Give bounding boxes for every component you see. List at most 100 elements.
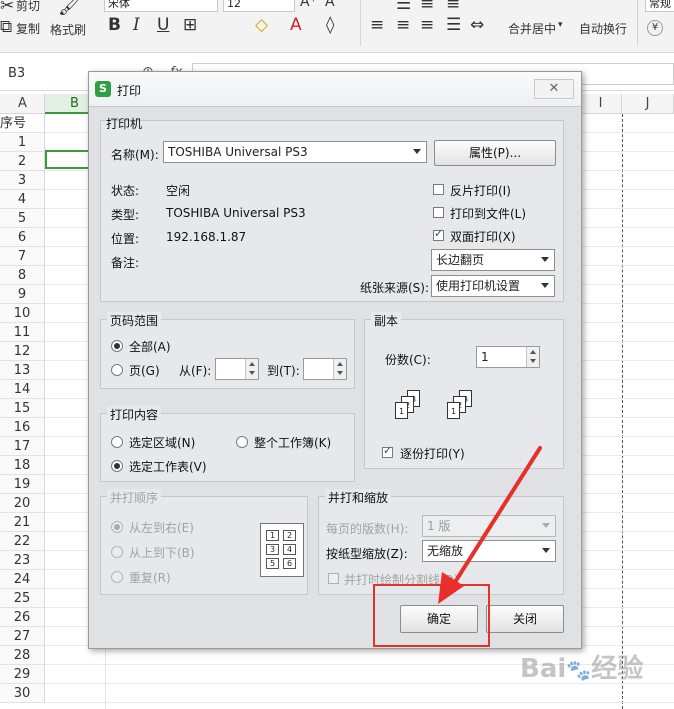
row-header[interactable]: 2 [0, 152, 45, 171]
column-header-j[interactable]: J [622, 94, 674, 114]
font-name-select[interactable]: 宋体 [104, 0, 218, 12]
ribbon-toolbar: ✂ 剪切 ⧉ 复制 🖌 格式刷 宋体 12 A⁺ A⁻ B I U ⊞ ◇ A … [0, 0, 674, 53]
row-header[interactable]: 24 [0, 570, 45, 589]
merge-center-button[interactable]: 合并居中 [508, 20, 556, 37]
stepper-down-icon[interactable] [526, 357, 539, 367]
font-color-icon[interactable]: A [290, 15, 302, 35]
column-header-a[interactable]: A [0, 94, 45, 114]
draw-borders-checkbox[interactable] [328, 573, 339, 584]
close-icon[interactable]: ✕ [534, 79, 574, 99]
location-label: 位置: [111, 232, 140, 246]
row-header[interactable]: 18 [0, 456, 45, 475]
row-header[interactable]: 27 [0, 627, 45, 646]
row-header[interactable]: 21 [0, 513, 45, 532]
row-header[interactable]: 9 [0, 285, 45, 304]
align-center-icon[interactable]: ≡ [396, 15, 410, 35]
printer-name-select[interactable]: TOSHIBA Universal PS3 [163, 141, 427, 163]
row-header[interactable]: 23 [0, 551, 45, 570]
row-header[interactable]: 15 [0, 399, 45, 418]
bold-icon[interactable]: B [108, 15, 121, 35]
fill-color-icon[interactable]: ◇ [255, 15, 268, 35]
name-box[interactable]: B3 [8, 66, 25, 81]
wrap-text-button[interactable]: 自动换行 [579, 20, 627, 37]
content-active-sheet-radio[interactable] [111, 460, 123, 472]
row-header[interactable]: 3 [0, 171, 45, 190]
range-all-label: 全部(A) [129, 340, 171, 354]
row-header[interactable]: 28 [0, 646, 45, 665]
distributed-icon[interactable]: ⇔ [470, 15, 484, 35]
row-header[interactable]: 16 [0, 418, 45, 437]
duplex-mode-select[interactable]: 长边翻页 [431, 249, 555, 271]
row-header[interactable]: 26 [0, 608, 45, 627]
range-to-stepper[interactable] [303, 358, 347, 380]
font-size-value: 12 [227, 0, 241, 10]
copy-icon[interactable]: ⧉ [0, 17, 12, 37]
clear-format-icon[interactable]: ◊ [326, 15, 334, 35]
row-header[interactable]: 13 [0, 361, 45, 380]
copies-count-stepper[interactable]: 1 [476, 346, 540, 368]
ribbon-divider [637, 0, 638, 46]
merge-dropdown-icon[interactable]: ▾ [558, 20, 563, 30]
align-bottom-icon[interactable]: ≡ [446, 0, 460, 14]
row-header[interactable]: 6 [0, 228, 45, 247]
underline-icon[interactable]: U [157, 15, 169, 35]
order-repeat-radio[interactable] [111, 571, 123, 583]
duplex-checkbox[interactable] [433, 227, 444, 241]
row-header[interactable]: 7 [0, 247, 45, 266]
stepper-up-icon[interactable] [333, 359, 346, 369]
stepper-up-icon[interactable] [526, 347, 539, 357]
row-header[interactable]: 29 [0, 665, 45, 684]
row-header[interactable]: 10 [0, 304, 45, 323]
align-top-icon[interactable]: ☰ [396, 0, 411, 14]
currency-icon[interactable]: ¥ [647, 20, 663, 36]
content-selection-radio[interactable] [111, 436, 123, 448]
cell-a1[interactable]: 序号 [0, 114, 45, 133]
range-from-stepper[interactable] [215, 358, 259, 380]
row-header[interactable]: 25 [0, 589, 45, 608]
order-left-to-right-radio[interactable] [111, 521, 123, 533]
border-icon[interactable]: ⊞ [183, 15, 197, 35]
ribbon-divider [360, 0, 361, 46]
range-all-radio[interactable] [111, 340, 123, 352]
row-header[interactable]: 12 [0, 342, 45, 361]
row-header[interactable]: 19 [0, 475, 45, 494]
row-header[interactable]: 20 [0, 494, 45, 513]
stepper-up-icon[interactable] [245, 359, 258, 369]
row-header[interactable]: 4 [0, 190, 45, 209]
grow-font-icon[interactable]: A⁺ [300, 0, 317, 10]
format-painter-button[interactable]: 格式刷 [50, 21, 86, 38]
format-painter-icon[interactable]: 🖌 [58, 0, 81, 17]
row-header[interactable]: 5 [0, 209, 45, 228]
row-header[interactable]: 11 [0, 323, 45, 342]
paper-source-select[interactable]: 使用打印机设置 [431, 275, 555, 297]
cut-icon[interactable]: ✂ [0, 0, 14, 16]
reverse-print-checkbox[interactable] [433, 184, 444, 195]
copy-button[interactable]: 复制 [16, 20, 40, 37]
cut-button[interactable]: 剪切 [16, 0, 40, 14]
align-left-icon[interactable]: ≡ [370, 15, 384, 35]
number-format-select[interactable]: 常规 [645, 0, 674, 12]
italic-icon[interactable]: I [133, 15, 140, 35]
align-right-icon[interactable]: ≡ [420, 15, 434, 35]
column-header-i[interactable]: I [580, 94, 622, 114]
row-header[interactable]: 14 [0, 380, 45, 399]
row-header[interactable]: 8 [0, 266, 45, 285]
row-header[interactable]: 1 [0, 133, 45, 152]
font-size-select[interactable]: 12 [223, 0, 295, 12]
justify-icon[interactable]: ☰ [446, 15, 461, 35]
order-preview-icon: 1 2 3 4 5 6 [260, 523, 304, 577]
stepper-down-icon[interactable] [245, 369, 258, 379]
shrink-font-icon[interactable]: A⁻ [325, 0, 342, 10]
row-header[interactable]: 22 [0, 532, 45, 551]
row-header[interactable]: 17 [0, 437, 45, 456]
collate-checkbox[interactable] [382, 444, 393, 458]
properties-button[interactable]: 属性(P)... [434, 140, 556, 166]
print-to-file-checkbox[interactable] [433, 207, 444, 218]
row-header[interactable]: 30 [0, 684, 45, 703]
printer-group-title: 打印机 [106, 117, 143, 131]
align-middle-icon[interactable]: ≡ [420, 0, 434, 14]
content-workbook-radio[interactable] [236, 436, 248, 448]
range-pages-radio[interactable] [111, 364, 123, 376]
stepper-down-icon[interactable] [333, 369, 346, 379]
order-top-to-bottom-radio[interactable] [111, 546, 123, 558]
